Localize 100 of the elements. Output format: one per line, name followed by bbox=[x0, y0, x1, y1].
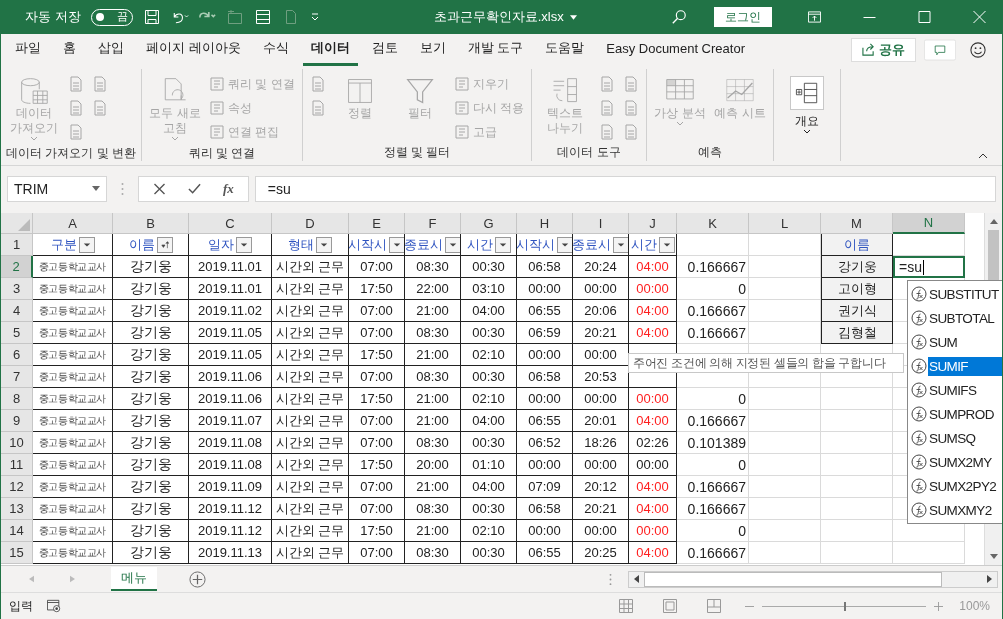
collapse-ribbon-icon[interactable] bbox=[978, 153, 988, 159]
maximize-icon[interactable] bbox=[918, 11, 931, 23]
row-header[interactable]: 11 bbox=[1, 454, 33, 476]
layout-icon[interactable] bbox=[253, 9, 272, 25]
autocomplete-item[interactable]: SUM bbox=[908, 330, 1002, 354]
filter-button[interactable] bbox=[389, 236, 404, 253]
ribbon-tab[interactable]: 홈 bbox=[55, 33, 84, 66]
table-cell: 2019.11.06 bbox=[189, 388, 272, 410]
filter-button[interactable] bbox=[613, 236, 628, 253]
row-header[interactable]: 8 bbox=[1, 388, 33, 410]
comment-icon[interactable] bbox=[924, 38, 956, 61]
row-header[interactable]: 5 bbox=[1, 322, 33, 344]
row-header[interactable]: 6 bbox=[1, 344, 33, 366]
search-icon[interactable] bbox=[670, 9, 688, 25]
column-header[interactable]: F bbox=[405, 213, 461, 234]
column-header[interactable]: N bbox=[893, 213, 965, 234]
cancel-icon[interactable] bbox=[153, 182, 166, 195]
customize-icon[interactable] bbox=[309, 12, 320, 22]
scroll-down-icon[interactable] bbox=[989, 554, 998, 559]
row-header[interactable]: 15 bbox=[1, 542, 33, 564]
slider-thumb[interactable] bbox=[844, 601, 847, 611]
cell-editor[interactable]: =su bbox=[893, 256, 965, 278]
autocomplete-item[interactable]: SUMIFS bbox=[908, 378, 1002, 402]
filter-button[interactable] bbox=[316, 236, 332, 253]
table-cell: 21:00 bbox=[405, 388, 461, 410]
ribbon-tab[interactable]: Easy Document Creator bbox=[598, 34, 753, 65]
scroll-thumb[interactable] bbox=[644, 571, 942, 587]
horizontal-scrollbar[interactable] bbox=[628, 570, 998, 588]
add-sheet-icon[interactable] bbox=[189, 570, 206, 588]
page-layout-icon[interactable] bbox=[663, 599, 678, 613]
scroll-up-icon[interactable] bbox=[989, 219, 998, 224]
ribbon-display-icon[interactable] bbox=[808, 11, 821, 23]
row-header[interactable]: 13 bbox=[1, 498, 33, 520]
filter-button[interactable] bbox=[156, 236, 173, 253]
ribbon-tab[interactable]: 보기 bbox=[411, 33, 454, 66]
filter-button[interactable] bbox=[494, 236, 511, 253]
column-header[interactable]: D bbox=[272, 213, 349, 234]
row-header[interactable]: 9 bbox=[1, 410, 33, 432]
column-header[interactable]: L bbox=[749, 213, 821, 234]
autocomplete-item[interactable]: SUMXMY2 bbox=[908, 498, 1002, 522]
autocomplete-item[interactable]: SUBTOTAL bbox=[908, 306, 1002, 330]
column-header[interactable]: E bbox=[349, 213, 405, 234]
ribbon-tab[interactable]: 데이터 bbox=[302, 33, 358, 66]
filter-button[interactable] bbox=[658, 236, 675, 253]
sheet-tab[interactable]: 메뉴 bbox=[111, 567, 157, 591]
column-header[interactable]: G bbox=[461, 213, 517, 234]
ribbon-tab[interactable]: 도움말 bbox=[537, 33, 593, 66]
login-button[interactable]: 로그인 bbox=[714, 7, 772, 27]
normal-view-icon[interactable] bbox=[619, 599, 634, 613]
caret-icon[interactable] bbox=[92, 186, 100, 191]
row-header[interactable]: 3 bbox=[1, 278, 33, 300]
filter-button[interactable] bbox=[236, 236, 252, 253]
autocomplete-item[interactable]: SUMX2MY bbox=[908, 450, 1002, 474]
filter-button[interactable] bbox=[557, 236, 572, 253]
caret-icon[interactable] bbox=[569, 14, 577, 20]
autocomplete-item[interactable]: SUBSTITUT bbox=[908, 282, 1002, 306]
ribbon-tab[interactable]: 수식 bbox=[254, 33, 297, 66]
formula-input[interactable]: =su bbox=[254, 175, 996, 202]
smiley-icon[interactable] bbox=[970, 41, 986, 58]
share-button[interactable]: 공유 bbox=[851, 37, 916, 62]
scroll-left-icon[interactable] bbox=[634, 575, 639, 583]
column-header[interactable]: J bbox=[629, 213, 677, 234]
row-header[interactable]: 14 bbox=[1, 520, 33, 542]
filter-button[interactable] bbox=[445, 236, 460, 253]
zoom-in-icon[interactable] bbox=[934, 601, 944, 611]
ribbon-tab[interactable]: 파일 bbox=[7, 33, 49, 66]
scroll-right-icon[interactable] bbox=[987, 575, 992, 583]
column-header[interactable]: H bbox=[517, 213, 573, 234]
drag-handle-icon[interactable] bbox=[121, 181, 124, 196]
page-break-icon[interactable] bbox=[707, 599, 722, 613]
column-header[interactable]: K bbox=[677, 213, 749, 234]
ribbon-tab[interactable]: 삽입 bbox=[90, 33, 132, 66]
ribbon-tab[interactable]: 페이지 레이아웃 bbox=[138, 33, 249, 66]
table-cell: 시간외 근무 bbox=[272, 454, 349, 476]
row-header[interactable]: 2 bbox=[1, 256, 33, 278]
autocomplete-item[interactable]: SUMX2PY2 bbox=[908, 474, 1002, 498]
column-header[interactable]: M bbox=[821, 213, 893, 234]
close-icon[interactable] bbox=[973, 11, 986, 23]
row-header[interactable]: 12 bbox=[1, 476, 33, 498]
autocomplete-item[interactable]: SUMPROD bbox=[908, 402, 1002, 426]
drag-handle-icon[interactable] bbox=[609, 572, 612, 586]
ribbon-tab[interactable]: 개발 도구 bbox=[459, 33, 532, 66]
insert-function-button[interactable]: fx bbox=[223, 180, 234, 197]
row-header[interactable]: 10 bbox=[1, 432, 33, 454]
column-header[interactable]: B bbox=[113, 213, 189, 234]
row-header[interactable]: 4 bbox=[1, 300, 33, 322]
macro-record-icon[interactable] bbox=[47, 599, 61, 613]
name-box[interactable]: TRIM bbox=[7, 175, 107, 202]
filter-button[interactable] bbox=[78, 236, 95, 253]
column-header[interactable]: A bbox=[33, 213, 113, 234]
column-header[interactable]: I bbox=[573, 213, 629, 234]
row-header[interactable]: 7 bbox=[1, 366, 33, 388]
confirm-icon[interactable] bbox=[188, 182, 201, 195]
ribbon-button[interactable]: 개요 bbox=[779, 73, 836, 143]
save-icon[interactable] bbox=[142, 9, 161, 25]
column-header[interactable]: C bbox=[189, 213, 272, 234]
row-header[interactable]: 1 bbox=[1, 234, 33, 256]
autocomplete-item[interactable]: SUMSQ bbox=[908, 426, 1002, 450]
table-cell: 08:30 bbox=[405, 498, 461, 520]
ribbon-tab[interactable]: 검토 bbox=[363, 33, 406, 66]
